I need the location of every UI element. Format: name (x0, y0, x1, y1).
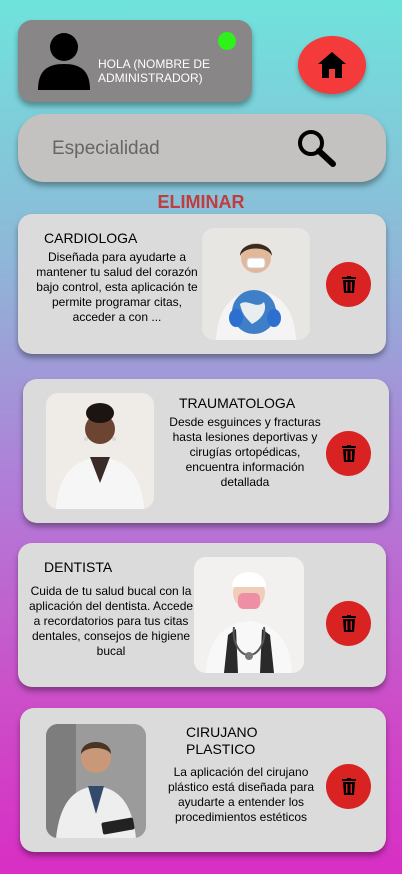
admin-header-card: HOLA (NOMBRE DE ADMINISTRADOR) (18, 20, 252, 102)
trash-icon (341, 615, 356, 632)
delete-button[interactable] (326, 431, 371, 476)
specialty-card-cardiologa[interactable]: CARDIOLOGA Diseñada para ayudarte a mant… (18, 214, 386, 354)
specialty-card-dentista[interactable]: DENTISTA Cuida de tu salud bucal con la … (18, 543, 386, 687)
delete-button[interactable] (326, 764, 371, 809)
search-icon[interactable] (296, 128, 336, 168)
trash-icon (341, 778, 356, 795)
trash-icon (341, 276, 356, 293)
home-icon (318, 52, 346, 78)
card-description: Desde esguinces y fracturas hasta lesion… (169, 415, 321, 489)
specialty-card-traumatologa[interactable]: TRAUMATOLOGA Desde esguinces y fracturas… (23, 379, 389, 523)
doctor-white-coat-photo (46, 393, 154, 509)
card-description: Diseñada para ayudarte a mantener tu sal… (36, 250, 198, 324)
search-input[interactable]: Especialidad (52, 138, 160, 160)
card-description: La aplicación del cirujano plástico está… (167, 765, 315, 824)
card-description: Cuida de tu salud bucal con la aplicació… (28, 584, 194, 658)
online-status-dot (218, 32, 236, 50)
search-bar[interactable]: Especialidad (18, 114, 386, 182)
specialty-card-cirujano-plastico[interactable]: CIRUJANO PLASTICO La aplicación del ciru… (20, 708, 386, 852)
doctor-with-tablet-photo (46, 724, 146, 838)
doctor-holding-globe-photo (202, 228, 310, 340)
delete-heading: ELIMINAR (157, 192, 245, 212)
home-button[interactable] (298, 36, 366, 94)
delete-button[interactable] (326, 601, 371, 646)
doctor-pink-mask-photo (194, 557, 304, 673)
trash-icon (341, 445, 356, 462)
card-title: CIRUJANO PLASTICO (186, 724, 258, 757)
card-title: DENTISTA (44, 559, 113, 575)
card-title: TRAUMATOLOGA (179, 395, 296, 411)
card-title: CARDIOLOGA (44, 230, 138, 246)
delete-button[interactable] (326, 262, 371, 307)
admin-greeting: HOLA (NOMBRE DE ADMINISTRADOR) (98, 57, 211, 85)
user-icon (38, 33, 90, 90)
